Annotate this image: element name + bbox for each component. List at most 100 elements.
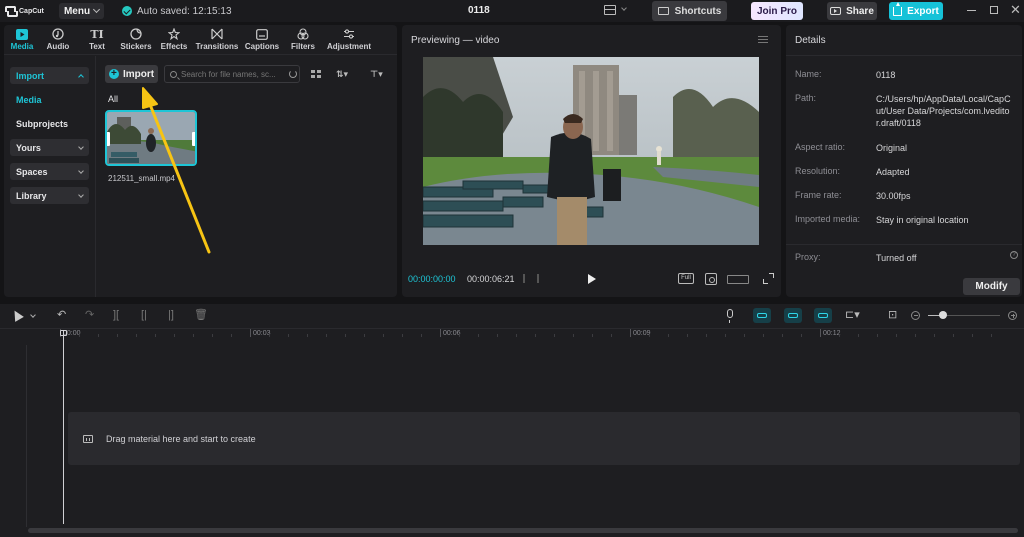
tab-transitions[interactable]: Transitions (194, 25, 240, 54)
menu-label: Menu (63, 5, 91, 17)
export-button[interactable]: Export (889, 1, 943, 20)
layout-icon[interactable] (604, 5, 616, 15)
check-circle-icon (122, 6, 132, 16)
search-input[interactable] (181, 69, 285, 79)
time-ruler[interactable]: 00:00 00:03 00:06 00:09 00:12 (60, 329, 1024, 341)
refresh-icon[interactable] (289, 70, 297, 78)
ruler-minor-tick (953, 334, 954, 337)
detail-label-proxy: Proxy: (795, 252, 821, 262)
microphone-icon[interactable] (727, 309, 733, 323)
undo-icon[interactable]: ↶ (57, 309, 66, 321)
tab-audio[interactable]: Audio (40, 25, 76, 54)
main-track-magnet-toggle[interactable] (753, 308, 771, 323)
tab-effects[interactable]: Effects (154, 25, 194, 54)
tab-text-label: Text (89, 42, 105, 51)
sidebar-item-media[interactable]: Media (10, 91, 89, 108)
share-label: Share (846, 5, 874, 17)
horizontal-scrollbar[interactable] (28, 528, 1018, 533)
ruler-major-tick (820, 329, 821, 337)
help-icon[interactable]: ? (1010, 251, 1018, 259)
ruler-minor-tick (801, 334, 802, 337)
chevron-down-icon (78, 143, 84, 150)
fullscreen-icon[interactable] (763, 273, 774, 284)
delete-icon[interactable]: 🗑 (194, 309, 208, 321)
ruler-minor-tick (174, 334, 175, 337)
ruler-minor-tick (212, 334, 213, 337)
filter-all-label[interactable]: All (108, 94, 118, 104)
ruler-minor-tick (972, 334, 973, 337)
sidebar-item-library[interactable]: Library (10, 187, 89, 204)
tab-media-label: Media (10, 42, 34, 51)
sidebar-item-import[interactable]: Import (10, 67, 89, 84)
ruler-label: 00:03 (253, 330, 271, 337)
screen-record-icon[interactable]: ⊡ (888, 309, 897, 321)
tab-text[interactable]: TI Text (76, 25, 118, 54)
sidebar-item-label: Media (16, 94, 42, 105)
current-timecode: 00:00:00:00 (408, 274, 456, 284)
aspect-ratio-icon[interactable] (727, 275, 749, 284)
detail-label-aspect-ratio: Aspect ratio: (795, 142, 846, 152)
zoom-out-icon[interactable] (911, 311, 920, 320)
sidebar-item-yours[interactable]: Yours (10, 139, 89, 156)
chevron-down-icon (78, 191, 84, 198)
detail-label-resolution: Resolution: (795, 166, 841, 176)
ruler-minor-tick (934, 334, 935, 337)
full-quality-button[interactable]: Full (678, 273, 694, 284)
keyboard-icon (657, 7, 669, 15)
split-right-icon[interactable]: |] (168, 309, 174, 321)
share-button[interactable]: Share (827, 2, 877, 20)
divider (26, 345, 27, 527)
filter-icon[interactable]: ⊤▾ (370, 69, 383, 80)
export-icon (893, 1, 903, 16)
menu-button[interactable]: Menu (59, 3, 104, 19)
trim-handle-left[interactable] (107, 132, 110, 146)
divider (786, 55, 1022, 56)
preview-panel: Previewing — video 00:00:00:00 00:00:06:… (402, 25, 781, 297)
redo-icon[interactable]: ↷ (85, 309, 94, 321)
detail-label-name: Name: (795, 69, 822, 79)
ruler-minor-tick (915, 334, 916, 337)
ruler-minor-tick (687, 334, 688, 337)
modify-button[interactable]: Modify (963, 278, 1020, 295)
tab-filters-label: Filters (290, 42, 315, 51)
playhead[interactable] (63, 330, 64, 524)
video-preview[interactable] (423, 57, 759, 245)
tab-filters[interactable]: Filters (284, 25, 322, 54)
maximize-icon[interactable] (990, 6, 998, 14)
detail-value-name: 0118 (876, 70, 896, 80)
share-icon (830, 7, 842, 15)
split-icon[interactable]: ][ (113, 309, 119, 321)
sidebar-item-label: Import (16, 70, 44, 81)
ruler-minor-tick (345, 334, 346, 337)
chevron-down-icon[interactable] (621, 5, 627, 11)
autosave-text: Auto saved: 12:15:13 (137, 5, 232, 17)
grid-view-icon[interactable] (311, 70, 321, 78)
minimize-icon[interactable] (967, 10, 976, 11)
ruler-minor-tick (79, 334, 80, 337)
close-icon[interactable]: ✕ (1010, 3, 1021, 17)
split-left-icon[interactable]: [| (141, 309, 147, 321)
drop-zone-text: Drag material here and start to create (106, 434, 256, 444)
shortcuts-button[interactable]: Shortcuts (652, 1, 727, 21)
ruler-minor-tick (782, 334, 783, 337)
tab-stickers[interactable]: Stickers (118, 25, 154, 54)
menu-icon[interactable] (758, 36, 768, 43)
detail-value-proxy: Turned off (876, 253, 917, 263)
sidebar-item-spaces[interactable]: Spaces (10, 163, 89, 180)
join-pro-button[interactable]: Join Pro (751, 2, 803, 20)
focus-icon[interactable] (705, 273, 717, 285)
zoom-slider-handle[interactable] (939, 311, 947, 319)
preview-axis-icon[interactable]: ⊏▾ (845, 309, 860, 321)
sidebar-item-subprojects[interactable]: Subprojects (10, 115, 89, 132)
sort-icon[interactable]: ⇅▾ (336, 69, 348, 80)
ruler-minor-tick (554, 334, 555, 337)
auto-snap-toggle[interactable] (784, 308, 802, 323)
zoom-in-icon[interactable] (1008, 311, 1017, 320)
linkage-toggle[interactable] (814, 308, 832, 323)
play-icon[interactable] (588, 274, 596, 284)
playhead-handle[interactable] (60, 330, 67, 336)
tab-media[interactable]: Media (4, 25, 40, 54)
tab-adjustment[interactable]: Adjustment (322, 25, 376, 54)
ruler-minor-tick (535, 334, 536, 337)
tab-captions[interactable]: Captions (240, 25, 284, 54)
